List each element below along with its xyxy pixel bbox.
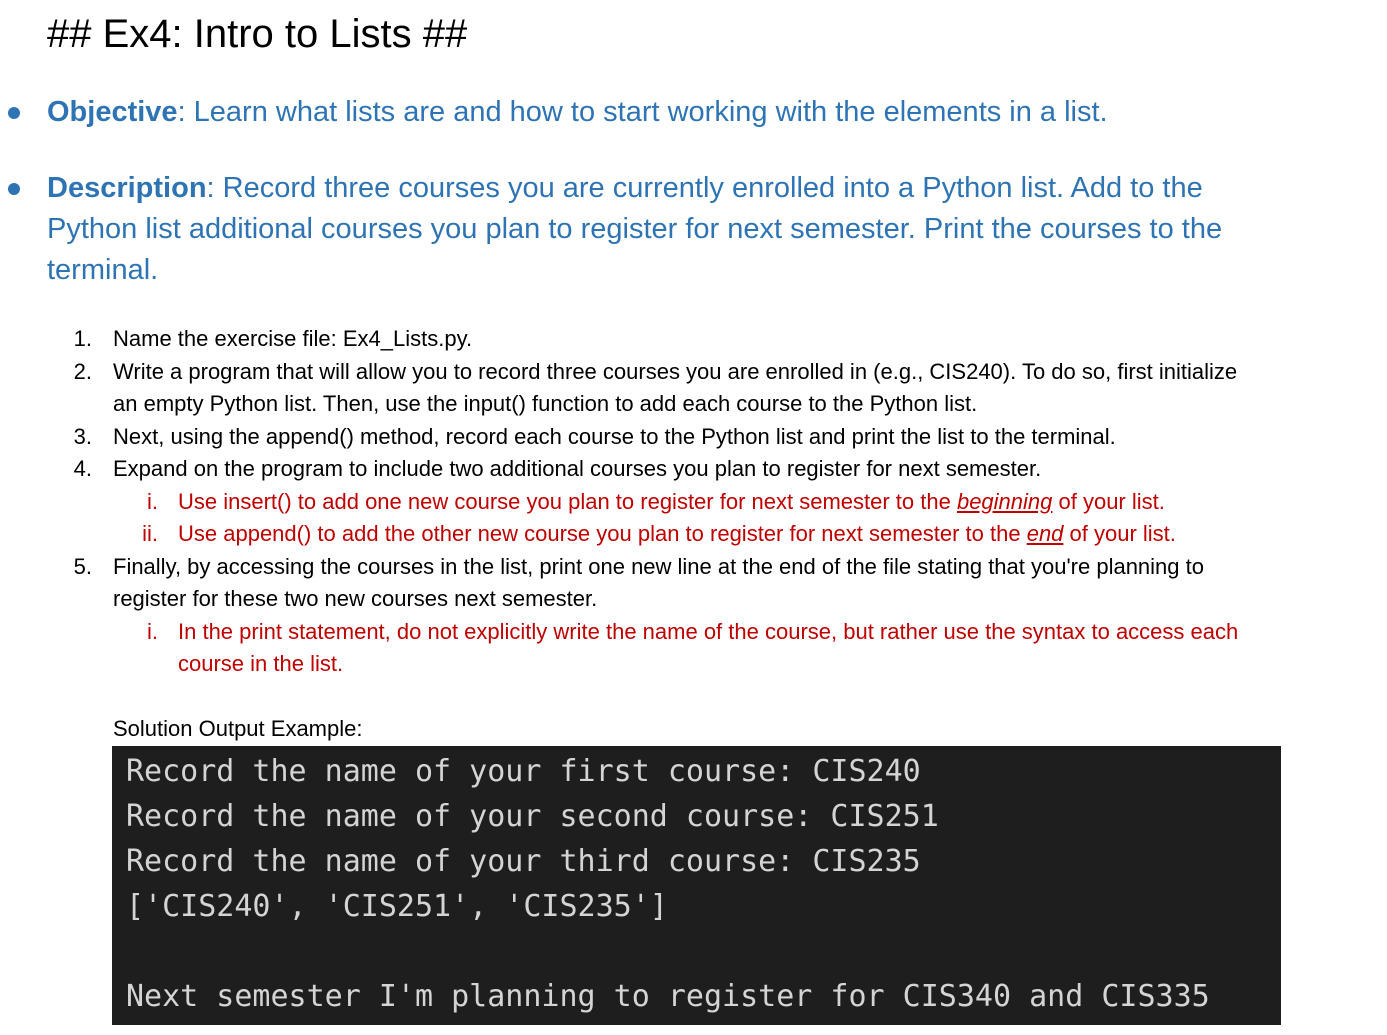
substep-number: ii.: [142, 521, 158, 546]
description-line-3: terminal.: [47, 254, 159, 286]
step-number: 4.: [73, 456, 92, 481]
emphasis-end: end: [1026, 521, 1064, 546]
step-text: Finally, by accessing the courses in the…: [113, 554, 1204, 579]
bullet-dot-icon: [8, 183, 20, 195]
terminal-output: Record the name of your first course: CI…: [112, 746, 1281, 1025]
substep-number: i.: [147, 619, 158, 644]
step-text: register for these two new courses next …: [113, 586, 598, 611]
page-title: ## Ex4: Intro to Lists ##: [47, 12, 468, 56]
step-text: Expand on the program to include two add…: [113, 456, 1042, 481]
step-text: an empty Python list. Then, use the inpu…: [113, 391, 978, 416]
objective-text: Objective: Learn what lists are and how …: [47, 92, 1337, 133]
emphasis-beginning: beginning: [956, 489, 1053, 514]
terminal-line: Record the name of your first course: CI…: [126, 754, 921, 789]
substep-text: Use insert() to add one new course you p…: [178, 489, 1165, 514]
step-number: 2.: [73, 359, 92, 384]
description-text: Description: Record three courses you ar…: [47, 168, 1337, 291]
step-text: Write a program that will allow you to r…: [113, 359, 1238, 384]
terminal-line: ['CIS240', 'CIS251', 'CIS235']: [126, 889, 668, 924]
step-text: Next, using the append() method, record …: [113, 424, 1116, 449]
step-text: Name the exercise file: Ex4_Lists.py.: [113, 326, 473, 351]
terminal-line: Record the name of your third course: CI…: [126, 844, 921, 879]
bullet-dot-icon: [8, 107, 20, 119]
terminal-line: Next semester I'm planning to register f…: [126, 979, 1210, 1014]
substep-number: i.: [147, 489, 158, 514]
step-number: 1.: [73, 326, 92, 351]
description-label: Description: [47, 172, 207, 204]
description-line-2: Python list additional courses you plan …: [47, 213, 1223, 245]
substep-text: Use append() to add the other new course…: [178, 521, 1176, 546]
objective-body: : Learn what lists are and how to start …: [177, 96, 1108, 128]
substep-text: course in the list.: [178, 651, 344, 676]
document-page: ## Ex4: Intro to Lists ## Objective: Lea…: [0, 0, 1387, 1035]
substep-text: In the print statement, do not explicitl…: [178, 619, 1239, 644]
step-number: 3.: [73, 424, 92, 449]
solution-output-label: Solution Output Example:: [113, 716, 363, 741]
terminal-line: Record the name of your second course: C…: [126, 799, 939, 834]
step-number: 5.: [73, 554, 92, 579]
objective-label: Objective: [47, 96, 178, 128]
description-line-1: : Record three courses you are currently…: [206, 172, 1203, 204]
